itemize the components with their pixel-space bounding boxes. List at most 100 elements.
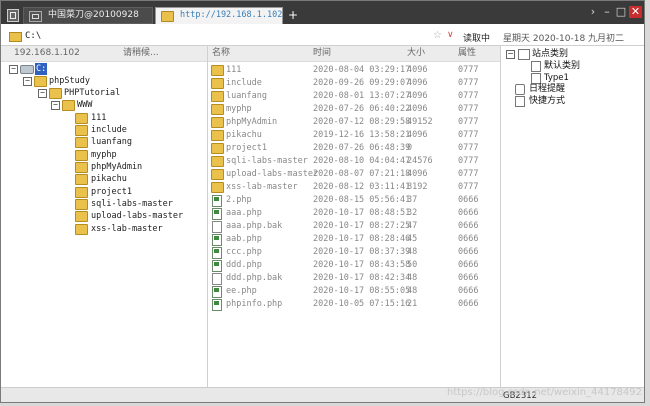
tree-node-label: WWW [77, 100, 93, 110]
table-row[interactable]: ddd.php.bak 2020-10-17 08:42:34 48 0666 [208, 272, 500, 285]
folder-icon [211, 78, 224, 89]
column-header-name[interactable]: 名称 [212, 46, 230, 61]
folder-icon [211, 143, 224, 154]
file-time: 2020-09-26 09:29:07 [313, 78, 411, 88]
read-button[interactable]: 读取中 [463, 31, 490, 44]
minimize-button[interactable]: – [601, 6, 613, 18]
tree-node-drive[interactable]: − C: [9, 63, 69, 75]
tree-node-site-category[interactable]: − 站点类别 [506, 48, 626, 60]
file-size: 48 [407, 286, 418, 296]
file-attr: 0666 [458, 208, 479, 218]
chevron-right-icon[interactable]: › [587, 6, 599, 18]
file-name: phpMyAdmin [226, 117, 278, 127]
table-row[interactable]: ddd.php 2020-10-17 08:43:58 50 0666 [208, 259, 500, 272]
tree-node-default-category[interactable]: 默认类别 [531, 60, 631, 72]
watermark: https://blog.csdn.net/weixin_44178492 [447, 387, 643, 398]
file-time: 2020-07-26 06:48:39 [313, 143, 411, 153]
document-icon [531, 61, 541, 72]
maximize-button[interactable]: □ [615, 6, 627, 18]
tree-node-label: pikachu [91, 174, 127, 184]
shortcut-icon [515, 96, 525, 107]
table-row[interactable]: myphp 2020-07-26 06:40:22 4096 0777 [208, 103, 500, 116]
file-size: 21 [407, 299, 418, 309]
table-row[interactable]: phpMyAdmin 2020-07-12 08:29:58 49152 0777 [208, 116, 500, 129]
table-row[interactable]: 2.php 2020-08-15 05:56:41 37 0666 [208, 194, 500, 207]
folder-icon [75, 113, 88, 124]
tab-file-manager-label: http://192.168.1.102/a... [180, 10, 283, 20]
file-icon [212, 273, 222, 285]
tree-node-shortcuts[interactable]: 快捷方式 [515, 95, 625, 107]
tab-file-manager[interactable]: http://192.168.1.102/a... [155, 7, 283, 24]
path-dropdown-icon[interactable]: ∨ [447, 30, 454, 40]
folder-icon [211, 169, 224, 180]
collapse-toggle-icon[interactable]: − [506, 50, 515, 59]
tree-node[interactable]: phpMyAdmin [75, 161, 195, 173]
column-header-size[interactable]: 大小 [407, 46, 425, 61]
file-time: 2020-07-26 06:40:22 [313, 104, 411, 114]
file-time: 2020-08-10 04:04:47 [313, 156, 411, 166]
tree-node[interactable]: 111 [75, 112, 195, 124]
close-button[interactable]: ✕ [629, 6, 642, 18]
table-row[interactable]: luanfang 2020-08-01 13:07:27 4096 0777 [208, 90, 500, 103]
tab-main[interactable]: 中国菜刀@20100928 [23, 7, 153, 24]
file-time: 2020-10-17 08:42:34 [313, 273, 411, 283]
file-size: 4096 [407, 169, 428, 179]
window-icon [29, 11, 42, 22]
folder-icon [75, 187, 88, 198]
tree-node[interactable]: project1 [75, 186, 195, 198]
file-attr: 0777 [458, 91, 479, 101]
table-row[interactable]: pikachu 2019-12-16 13:58:21 4096 0777 [208, 129, 500, 142]
tree-node-label: 站点类别 [532, 49, 569, 59]
tree-node-label: 111 [91, 113, 107, 123]
collapse-toggle-icon[interactable]: − [9, 65, 18, 74]
table-row[interactable]: xss-lab-master 2020-08-12 03:11:41 8192 077… [208, 181, 500, 194]
tree-node[interactable]: sqli-labs-master [75, 198, 205, 210]
table-row[interactable]: ccc.php 2020-10-17 08:37:39 48 0666 [208, 246, 500, 259]
table-row[interactable]: phpinfo.php 2020-10-05 07:15:16 21 0666 [208, 298, 500, 311]
table-row[interactable]: include 2020-09-26 09:29:07 4096 0777 [208, 77, 500, 90]
tree-node[interactable]: − WWW [51, 99, 171, 111]
new-tab-button[interactable]: + [288, 8, 298, 22]
tree-node-schedule[interactable]: 日程提醒 [515, 83, 625, 95]
file-size: 24576 [407, 156, 433, 166]
file-name: aaa.php [226, 208, 262, 218]
php-file-icon [212, 208, 222, 220]
folder-icon [75, 125, 88, 136]
tree-node[interactable]: − PHPTutorial [38, 87, 158, 99]
path-input[interactable]: C:\ [25, 31, 41, 41]
table-row[interactable]: aab.php 2020-10-17 08:28:46 45 0666 [208, 233, 500, 246]
column-header-time[interactable]: 时间 [313, 46, 331, 61]
folder-icon [9, 32, 22, 42]
table-row[interactable]: upload-labs-master 2020-08-07 07:21:18 409… [208, 168, 500, 181]
tree-node-label: myphp [91, 150, 117, 160]
star-icon[interactable]: ☆ [433, 30, 442, 41]
folder-icon [161, 11, 174, 22]
tree-node[interactable]: xss-lab-master [75, 223, 205, 235]
table-row[interactable]: sqli-labs-master 2020-08-10 04:04:47 24576… [208, 155, 500, 168]
table-row[interactable]: 111 2020-08-04 03:29:17 4096 0777 [208, 64, 500, 77]
tree-node[interactable]: upload-labs-master [75, 210, 205, 222]
tree-node[interactable]: luanfang [75, 136, 195, 148]
file-name: pikachu [226, 130, 262, 140]
table-row[interactable]: aaa.php 2020-10-17 08:48:51 32 0666 [208, 207, 500, 220]
file-size: 45 [407, 234, 418, 244]
tree-node[interactable]: include [75, 124, 195, 136]
file-attr: 0666 [458, 286, 479, 296]
file-icon [212, 221, 222, 233]
table-row[interactable]: aaa.php.bak 2020-10-17 08:27:25 47 0666 [208, 220, 500, 233]
collapse-toggle-icon[interactable]: − [38, 89, 47, 98]
tree-node[interactable]: myphp [75, 149, 195, 161]
file-attr: 0777 [458, 143, 479, 153]
tree-node-label: luanfang [91, 137, 132, 147]
column-header-attr[interactable]: 属性 [458, 46, 476, 61]
collapse-toggle-icon[interactable]: − [51, 101, 60, 110]
table-row[interactable]: ee.php 2020-10-17 08:55:05 48 0666 [208, 285, 500, 298]
table-row[interactable]: project1 2020-07-26 06:48:39 0 0777 [208, 142, 500, 155]
directory-tree: − C: − phpStudy − PHPTutorial − WWW 111 … [1, 62, 207, 387]
site-icon [518, 49, 530, 60]
file-size: 47 [407, 221, 418, 231]
tree-node[interactable]: pikachu [75, 173, 195, 185]
tree-node[interactable]: − phpStudy [23, 75, 143, 87]
file-size: 50 [407, 260, 418, 270]
collapse-toggle-icon[interactable]: − [23, 77, 32, 86]
